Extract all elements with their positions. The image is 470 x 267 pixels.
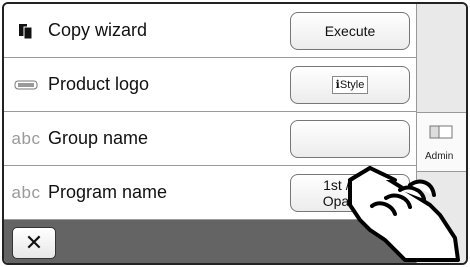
row-group-name: abc Group name	[4, 112, 416, 166]
admin-tab-label: Admin	[425, 151, 454, 162]
copy-icon	[4, 4, 48, 58]
row-program-name: abc Program name 1st / 2nd Opaquer	[4, 166, 416, 220]
style-button-label: Style	[339, 79, 365, 91]
text-abc-icon: abc	[4, 166, 48, 220]
admin-tab[interactable]: Admin	[417, 112, 466, 172]
admin-toggle-icon	[429, 125, 453, 139]
group-name-input-button[interactable]	[290, 120, 410, 158]
screen: Copy wizard Execute Product logo ℹStyle	[0, 0, 470, 267]
row-copy-wizard: Copy wizard Execute	[4, 4, 416, 58]
product-logo-icon	[4, 58, 48, 112]
execute-button-label: Execute	[324, 23, 376, 39]
row-product-logo: Product logo ℹStyle	[4, 58, 416, 112]
style-chip: ℹStyle	[331, 76, 369, 94]
settings-panel: Copy wizard Execute Product logo ℹStyle	[4, 4, 416, 263]
abc-icon-text: abc	[11, 128, 41, 148]
right-sidebar: Admin	[416, 4, 466, 263]
abc-icon-text: abc	[11, 182, 41, 202]
program-name-button[interactable]: 1st / 2nd Opaquer	[290, 174, 410, 212]
program-name-line2: Opaquer	[322, 193, 378, 209]
bottom-bar: ✕	[4, 220, 416, 263]
device-frame: Copy wizard Execute Product logo ℹStyle	[2, 2, 468, 265]
program-name-line1: 1st / 2nd	[323, 177, 377, 193]
close-icon: ✕	[24, 230, 44, 255]
execute-button[interactable]: Execute	[290, 12, 410, 50]
style-button[interactable]: ℹStyle	[290, 66, 410, 104]
text-abc-icon: abc	[4, 112, 48, 166]
close-button[interactable]: ✕	[12, 227, 56, 259]
